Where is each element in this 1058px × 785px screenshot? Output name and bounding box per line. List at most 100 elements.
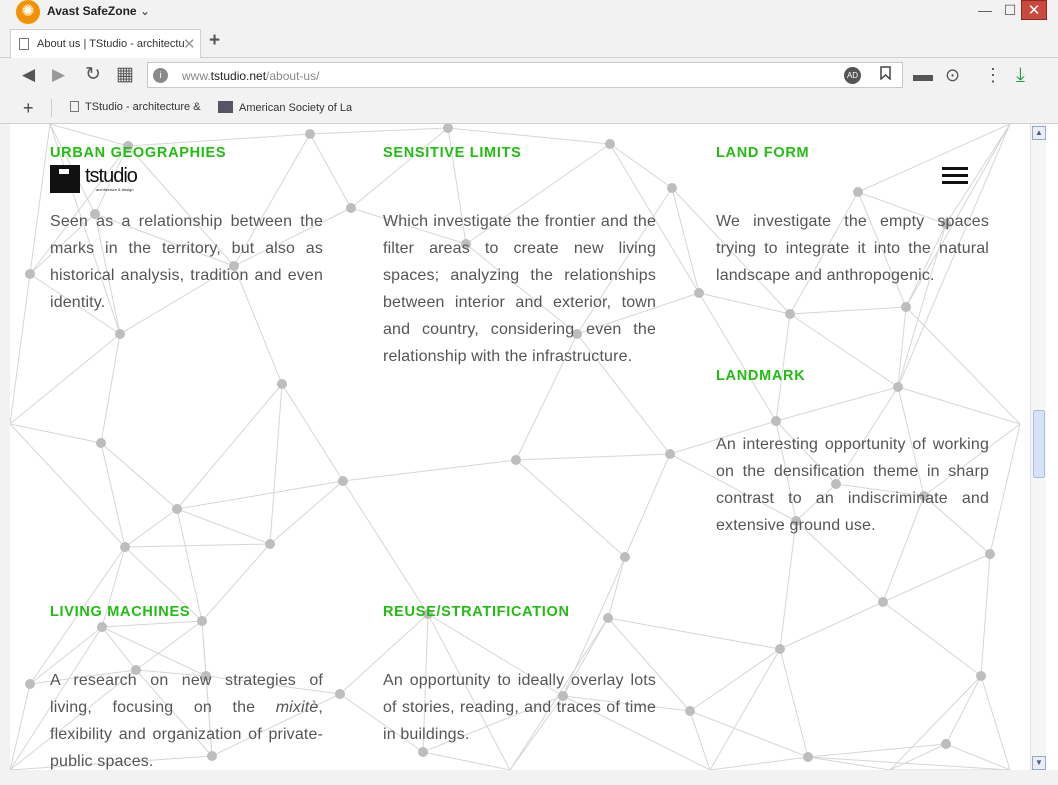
page-viewport: tstudio architecture & design URBAN GEOG… bbox=[10, 124, 1030, 770]
mesh-node bbox=[346, 203, 356, 213]
mesh-edge bbox=[689, 648, 781, 712]
section-title: LIVING MACHINES bbox=[50, 604, 191, 620]
mesh-node bbox=[511, 455, 521, 465]
password-manager-icon[interactable]: ⊙ bbox=[945, 65, 960, 85]
mesh-edge bbox=[176, 383, 283, 510]
section-title: URBAN GEOGRAPHIES bbox=[50, 145, 227, 161]
address-bar[interactable]: i www.tstudio.net/about-us/ AD bbox=[147, 62, 903, 88]
tab-about-us[interactable]: About us | TStudio - architecture ✕ bbox=[10, 29, 201, 58]
mesh-edge bbox=[100, 333, 121, 444]
mesh-edge bbox=[100, 442, 126, 548]
download-icon[interactable]: ⤓ bbox=[1016, 65, 1025, 85]
window-titlebar: ✺ Avast SafeZone ⌄ — ☐ ✕ bbox=[0, 0, 1058, 26]
scroll-down-button[interactable]: ▼ bbox=[1032, 756, 1046, 770]
mesh-edge bbox=[698, 292, 791, 315]
mesh-edge bbox=[709, 648, 781, 770]
page-icon bbox=[19, 38, 29, 50]
apps-grid-icon[interactable]: ▦ bbox=[116, 65, 134, 85]
reload-icon[interactable]: ↻ bbox=[85, 65, 101, 85]
navigation-toolbar: ◀ ▶ ↻ ▦ i www.tstudio.net/about-us/ AD ▬… bbox=[0, 58, 1058, 92]
mesh-node bbox=[976, 671, 986, 681]
mesh-node bbox=[941, 739, 951, 749]
mesh-node bbox=[620, 552, 630, 562]
chevron-down-icon[interactable]: ⌄ bbox=[140, 4, 150, 18]
mesh-edge bbox=[807, 756, 891, 770]
section-title: REUSE/STRATIFICATION bbox=[383, 604, 570, 620]
mesh-edge bbox=[689, 710, 809, 758]
mesh-node bbox=[96, 438, 106, 448]
mesh-node bbox=[25, 269, 35, 279]
section-body: An interesting opportunity of working on… bbox=[716, 436, 989, 534]
mesh-node bbox=[305, 129, 315, 139]
mesh-edge bbox=[779, 520, 797, 650]
mesh-edge bbox=[447, 127, 611, 145]
section-body: A research on new strategies of living, … bbox=[50, 672, 323, 770]
mesh-edge bbox=[980, 675, 1011, 770]
mesh-node bbox=[418, 747, 428, 757]
url-text[interactable]: www.tstudio.net/about-us/ bbox=[182, 69, 319, 83]
mesh-edge bbox=[309, 127, 449, 135]
maximize-button[interactable]: ☐ bbox=[999, 0, 1021, 20]
close-window-button[interactable]: ✕ bbox=[1021, 0, 1047, 20]
bookmarks-bar: + TStudio - architecture & American Soci… bbox=[0, 92, 1058, 124]
mesh-node bbox=[277, 379, 287, 389]
bookmark-item[interactable]: TStudio - architecture & bbox=[70, 101, 201, 113]
mesh-edge bbox=[807, 743, 947, 758]
section-body: We investigate the empty spaces trying t… bbox=[716, 213, 989, 284]
close-tab-icon[interactable]: ✕ bbox=[183, 35, 196, 53]
vertical-scrollbar[interactable]: ▲ ▼ bbox=[1030, 124, 1046, 773]
mesh-edge bbox=[49, 124, 129, 147]
mesh-edge bbox=[515, 453, 671, 461]
section-title: LANDMARK bbox=[716, 368, 806, 384]
adblock-icon[interactable]: AD bbox=[844, 67, 861, 84]
section-landmark: LANDMARK An interesting opportunity of w… bbox=[716, 367, 989, 539]
menu-icon[interactable]: ⋮ bbox=[984, 65, 1002, 85]
minimize-button[interactable]: — bbox=[974, 0, 996, 20]
mesh-edge bbox=[269, 383, 283, 545]
mesh-edge bbox=[269, 480, 344, 545]
window-frame bbox=[0, 124, 10, 785]
mesh-edge bbox=[10, 423, 102, 444]
mesh-node bbox=[878, 597, 888, 607]
mesh-edge bbox=[176, 508, 271, 545]
section-body: Seen as a relationship between the marks… bbox=[50, 213, 323, 311]
scroll-up-button[interactable]: ▲ bbox=[1032, 126, 1046, 140]
new-tab-button[interactable]: + bbox=[209, 30, 220, 52]
mesh-node bbox=[338, 476, 348, 486]
mesh-edge bbox=[515, 459, 626, 558]
section-land-form: LAND FORM We investigate the empty space… bbox=[716, 144, 989, 289]
mesh-node bbox=[120, 542, 130, 552]
site-info-icon[interactable]: i bbox=[153, 68, 168, 83]
mesh-node bbox=[694, 288, 704, 298]
mesh-edge bbox=[807, 756, 1011, 770]
back-icon[interactable]: ◀ bbox=[22, 65, 35, 85]
mesh-edge bbox=[709, 756, 809, 770]
mesh-edge bbox=[980, 553, 991, 677]
mesh-edge bbox=[779, 601, 884, 650]
section-living-machines: LIVING MACHINES A research on new strate… bbox=[50, 603, 323, 770]
bookmark-icon[interactable] bbox=[880, 66, 891, 84]
avast-logo-icon[interactable]: ✺ bbox=[16, 0, 40, 24]
bookmark-item[interactable]: American Society of La bbox=[218, 101, 354, 114]
mesh-edge bbox=[10, 273, 31, 425]
section-body: Which investigate the frontier and the f… bbox=[383, 213, 656, 365]
tab-strip: About us | TStudio - architecture ✕ + bbox=[0, 26, 1058, 58]
wallet-icon[interactable]: ▬ bbox=[913, 65, 933, 85]
section-body: An opportunity to ideally overlay lots o… bbox=[383, 672, 656, 743]
section-reuse-stratification: REUSE/STRATIFICATION An opportunity to i… bbox=[383, 603, 656, 748]
forward-icon[interactable]: ▶ bbox=[52, 65, 65, 85]
scrollbar-thumb[interactable] bbox=[1033, 410, 1045, 478]
mesh-edge bbox=[671, 187, 700, 294]
mesh-edge bbox=[889, 743, 947, 770]
mesh-edge bbox=[10, 333, 121, 425]
mesh-node bbox=[265, 539, 275, 549]
section-title: SENSITIVE LIMITS bbox=[383, 145, 522, 161]
mesh-edge bbox=[342, 480, 429, 615]
mesh-edge bbox=[889, 675, 982, 770]
mesh-edge bbox=[882, 601, 982, 677]
mesh-node bbox=[685, 706, 695, 716]
mesh-node bbox=[785, 309, 795, 319]
mesh-node bbox=[172, 504, 182, 514]
add-bookmark-icon[interactable]: + bbox=[23, 98, 34, 119]
app-title: Avast SafeZone bbox=[47, 4, 137, 18]
